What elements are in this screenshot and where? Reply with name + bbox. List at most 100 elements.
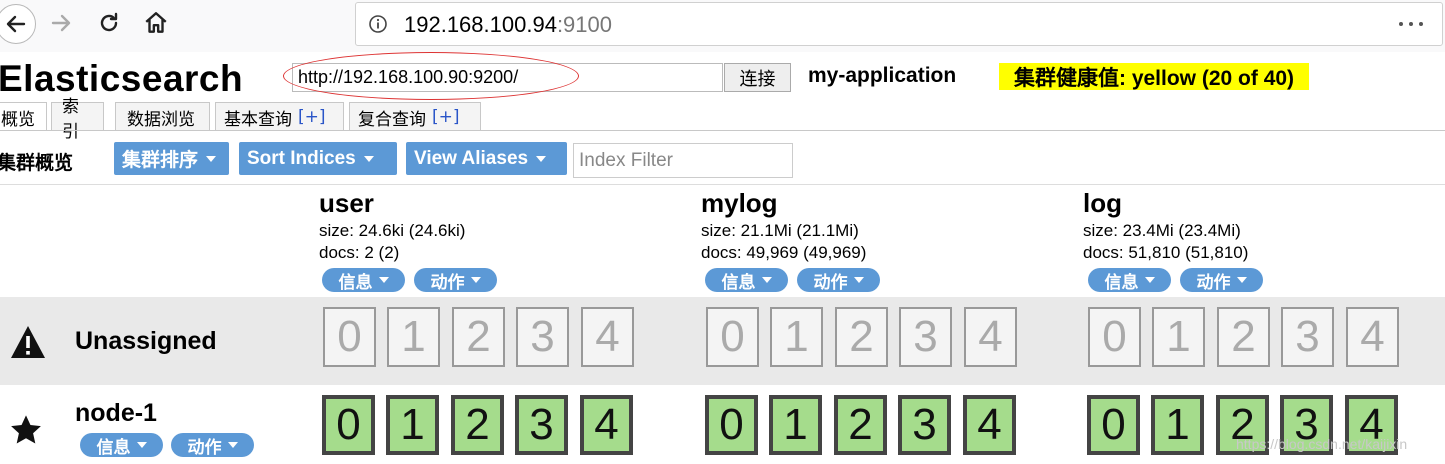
unassigned-shard[interactable]: 1 (770, 307, 823, 367)
sort-indices-button[interactable]: Sort Indices (239, 142, 397, 175)
unassigned-shard[interactable]: 1 (1152, 307, 1205, 367)
button-label: 信息 (96, 437, 131, 458)
address-text[interactable]: 192.168.100.94:9100 (404, 12, 612, 38)
index-action-button[interactable]: 动作 (414, 268, 497, 292)
button-label: 信息 (338, 272, 373, 293)
forward-button[interactable] (42, 4, 80, 42)
unassigned-shard[interactable]: 3 (516, 307, 569, 367)
chevron-down-icon (536, 155, 547, 162)
add-basic-query-link[interactable]: [+] (298, 107, 326, 127)
unassigned-shard[interactable]: 1 (387, 307, 440, 367)
index-info-button[interactable]: 信息 (705, 268, 788, 292)
warning-icon (9, 324, 47, 364)
chevron-down-icon (853, 277, 864, 283)
assigned-shard[interactable]: 0 (322, 395, 375, 455)
button-label: 动作 (430, 272, 465, 293)
index-info-button[interactable]: 信息 (1088, 268, 1171, 292)
assigned-shard[interactable]: 2 (451, 395, 504, 455)
button-label: 信息 (1104, 272, 1139, 293)
view-aliases-button[interactable]: View Aliases (406, 142, 567, 175)
home-icon (145, 12, 167, 33)
unassigned-shard[interactable]: 4 (1346, 307, 1399, 367)
node-info-button[interactable]: 信息 (80, 433, 163, 457)
star-icon (9, 414, 43, 450)
unassigned-shard[interactable]: 4 (581, 307, 634, 367)
reload-button[interactable] (90, 4, 128, 42)
unassigned-label: Unassigned (75, 327, 217, 355)
url-port: :9100 (556, 12, 612, 37)
chevron-down-icon (1236, 277, 1247, 283)
button-label: 集群排序 (122, 150, 199, 171)
chevron-down-icon (378, 277, 389, 283)
unassigned-shard[interactable]: 3 (1281, 307, 1334, 367)
tab-label: 复合查询 (358, 109, 426, 130)
unassigned-shard[interactable]: 2 (835, 307, 888, 367)
button-label: View Aliases (414, 147, 529, 169)
assigned-shard[interactable]: 1 (386, 395, 439, 455)
tab-label: 数据浏览 (127, 109, 195, 130)
tab-label: 基本查询 (224, 109, 292, 130)
index-size: size: 24.6ki (24.6ki) (319, 221, 466, 240)
assigned-shard[interactable]: 3 (515, 395, 568, 455)
tab-label: 概览 (1, 109, 35, 130)
unassigned-shard[interactable]: 3 (899, 307, 952, 367)
index-size: size: 23.4Mi (23.4Mi) (1083, 221, 1241, 240)
unassigned-shard[interactable]: 0 (706, 307, 759, 367)
index-action-button[interactable]: 动作 (797, 268, 880, 292)
button-label: 信息 (721, 272, 756, 293)
page-actions-icon[interactable] (1399, 22, 1423, 26)
node-name: node-1 (75, 399, 157, 427)
cluster-name: my-application (808, 64, 957, 87)
watermark: https://blog.csdn.net/kaijixin (1236, 436, 1408, 452)
assigned-shard[interactable]: 3 (898, 395, 951, 455)
annotation-ellipse (283, 52, 579, 100)
tab-structured-query[interactable]: 复合查询 [+] (349, 102, 481, 131)
index-docs: docs: 49,969 (49,969) (701, 243, 867, 262)
sort-cluster-button[interactable]: 集群排序 (114, 142, 229, 175)
chevron-down-icon (227, 442, 238, 448)
tab-divider (0, 130, 1445, 131)
chevron-down-icon (363, 155, 374, 162)
index-action-button[interactable]: 动作 (1180, 268, 1263, 292)
assigned-shard[interactable]: 0 (1087, 395, 1140, 455)
assigned-shard[interactable]: 4 (580, 395, 633, 455)
add-structured-query-link[interactable]: [+] (432, 107, 460, 127)
info-icon[interactable] (368, 14, 388, 38)
button-label: 动作 (187, 437, 222, 458)
index-docs: docs: 51,810 (51,810) (1083, 243, 1249, 262)
assigned-shard[interactable]: 2 (834, 395, 887, 455)
cluster-health-badge: 集群健康值: yellow (20 of 40) (999, 63, 1310, 90)
assigned-shard[interactable]: 1 (1151, 395, 1204, 455)
chevron-down-icon (470, 277, 481, 283)
tab-overview[interactable]: 概览 (0, 102, 47, 131)
tab-browser[interactable]: 数据浏览 (115, 102, 210, 131)
toolbar-divider (0, 184, 1445, 185)
assigned-shard[interactable]: 4 (963, 395, 1016, 455)
assigned-shard[interactable]: 1 (769, 395, 822, 455)
unassigned-shard[interactable]: 4 (964, 307, 1017, 367)
button-label: Sort Indices (247, 147, 356, 169)
app-title: Elasticsearch (0, 58, 244, 99)
unassigned-shard[interactable]: 0 (1088, 307, 1141, 367)
button-label: 动作 (1196, 272, 1231, 293)
index-docs: docs: 2 (2) (319, 243, 400, 262)
chevron-down-icon (206, 155, 217, 162)
index-info-button[interactable]: 信息 (322, 268, 405, 292)
index-size: size: 21.1Mi (21.1Mi) (701, 221, 859, 240)
tab-basic-query[interactable]: 基本查询 [+] (215, 102, 344, 131)
chevron-down-icon (761, 277, 772, 283)
connect-button[interactable]: 连接 (724, 63, 791, 92)
index-name: user (319, 188, 374, 218)
url-host: 192.168.100.94 (404, 12, 557, 37)
unassigned-shard[interactable]: 0 (323, 307, 376, 367)
unassigned-shard[interactable]: 2 (452, 307, 505, 367)
unassigned-shard[interactable]: 2 (1217, 307, 1270, 367)
back-arrow-icon (6, 15, 26, 33)
assigned-shard[interactable]: 0 (705, 395, 758, 455)
index-filter-input[interactable]: Index Filter (573, 143, 793, 178)
node-action-button[interactable]: 动作 (171, 433, 254, 457)
home-button[interactable] (137, 4, 175, 42)
chevron-down-icon (136, 442, 147, 448)
reload-icon (100, 12, 118, 32)
tab-indices[interactable]: 索引 (51, 97, 104, 142)
